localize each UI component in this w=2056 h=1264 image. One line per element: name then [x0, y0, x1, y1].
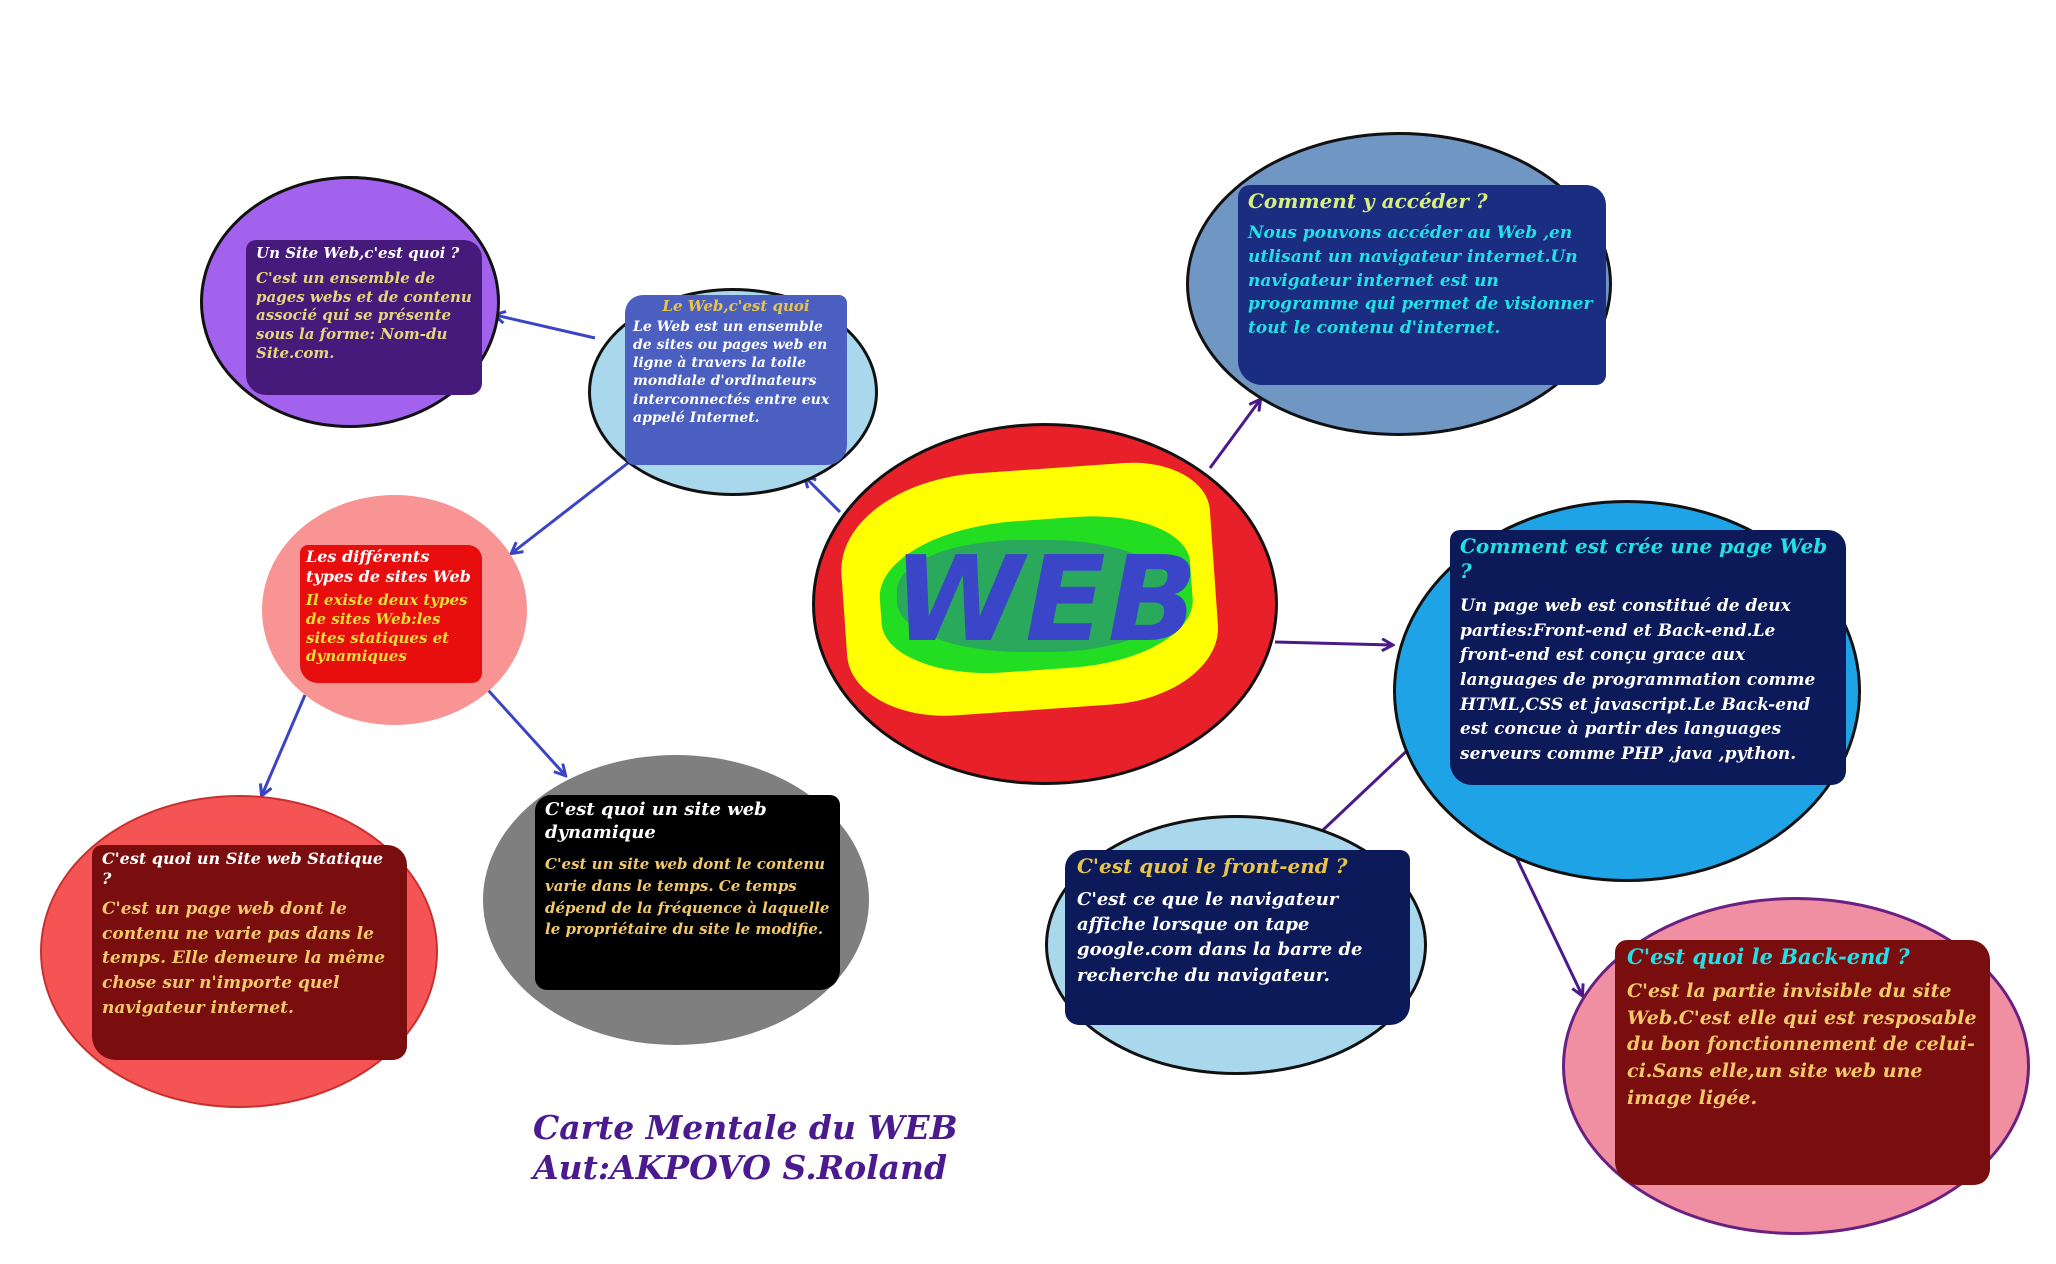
- frontend-text: C'est ce que le navigateur affiche lorsq…: [1077, 889, 1363, 986]
- map-caption: Carte Mentale du WEB Aut:AKPOVO S.Roland: [533, 1108, 958, 1187]
- arrow-center-to-acceder: [1208, 400, 1260, 469]
- panel-statique: C'est quoi un Site web Statique ? C'est …: [92, 845, 407, 1060]
- arrow-types-to-statique: [262, 694, 307, 795]
- panel-frontend: C'est quoi le front-end ? C'est ce que l…: [1065, 850, 1410, 1025]
- arrow-types-to-dynamique: [486, 688, 565, 775]
- panel-creation: Comment est crée une page Web ? Un page …: [1450, 530, 1846, 785]
- arrow-web-quoi-to-types: [512, 461, 629, 553]
- arrow-center-to-web-quoi: [805, 477, 842, 514]
- site-web-title: Un Site Web,c'est quoi ?: [256, 244, 460, 262]
- site-web-text: C'est un ensemble de pages webs et de co…: [256, 268, 472, 362]
- dynamique-title: C'est quoi un site web dynamique: [545, 799, 767, 843]
- types-text: Il existe deux types de sites Web:les si…: [306, 591, 468, 666]
- panel-web-quoi: Le Web,c'est quoi Le Web est un ensemble…: [625, 295, 847, 465]
- web-quoi-title: Le Web,c'est quoi: [662, 297, 810, 315]
- panel-site-web: Un Site Web,c'est quoi ? C'est un ensemb…: [246, 240, 482, 395]
- frontend-title: C'est quoi le front-end ?: [1077, 854, 1348, 878]
- web-quoi-text: Le Web est un ensemble de sites ou pages…: [633, 318, 830, 426]
- creation-text: Un page web est constitué de deux partie…: [1460, 596, 1816, 764]
- panel-acceder: Comment y accéder ? Nous pouvons accéder…: [1238, 185, 1606, 385]
- panel-dynamique: C'est quoi un site web dynamique C'est u…: [535, 795, 840, 990]
- creation-title: Comment est crée une page Web ?: [1460, 534, 1828, 583]
- backend-text: C'est la partie invisible du site Web.C'…: [1627, 980, 1977, 1109]
- panel-backend: C'est quoi le Back-end ? C'est la partie…: [1615, 940, 1990, 1185]
- acceder-text: Nous pouvons accéder au Web ,en utlisant…: [1248, 223, 1593, 339]
- link-creation-to-frontend: [1321, 743, 1415, 832]
- statique-title: C'est quoi un Site web Statique ?: [102, 849, 384, 888]
- statique-text: C'est un page web dont le contenu ne var…: [102, 899, 386, 1018]
- arrow-web-quoi-to-site-web: [495, 315, 596, 340]
- backend-title: C'est quoi le Back-end ?: [1627, 944, 1910, 969]
- panel-types: Les différents types de sites Web Il exi…: [300, 545, 482, 683]
- acceder-title: Comment y accéder ?: [1248, 189, 1488, 213]
- caption-author: Aut:AKPOVO S.Roland: [533, 1147, 948, 1187]
- caption-title: Carte Mentale du WEB: [533, 1108, 958, 1147]
- center-web-label: WEB: [893, 530, 1200, 668]
- dynamique-text: C'est un site web dont le contenu varie …: [545, 855, 830, 939]
- types-title: Les différents types de sites Web: [306, 547, 471, 586]
- arrow-center-to-creation: [1274, 642, 1392, 645]
